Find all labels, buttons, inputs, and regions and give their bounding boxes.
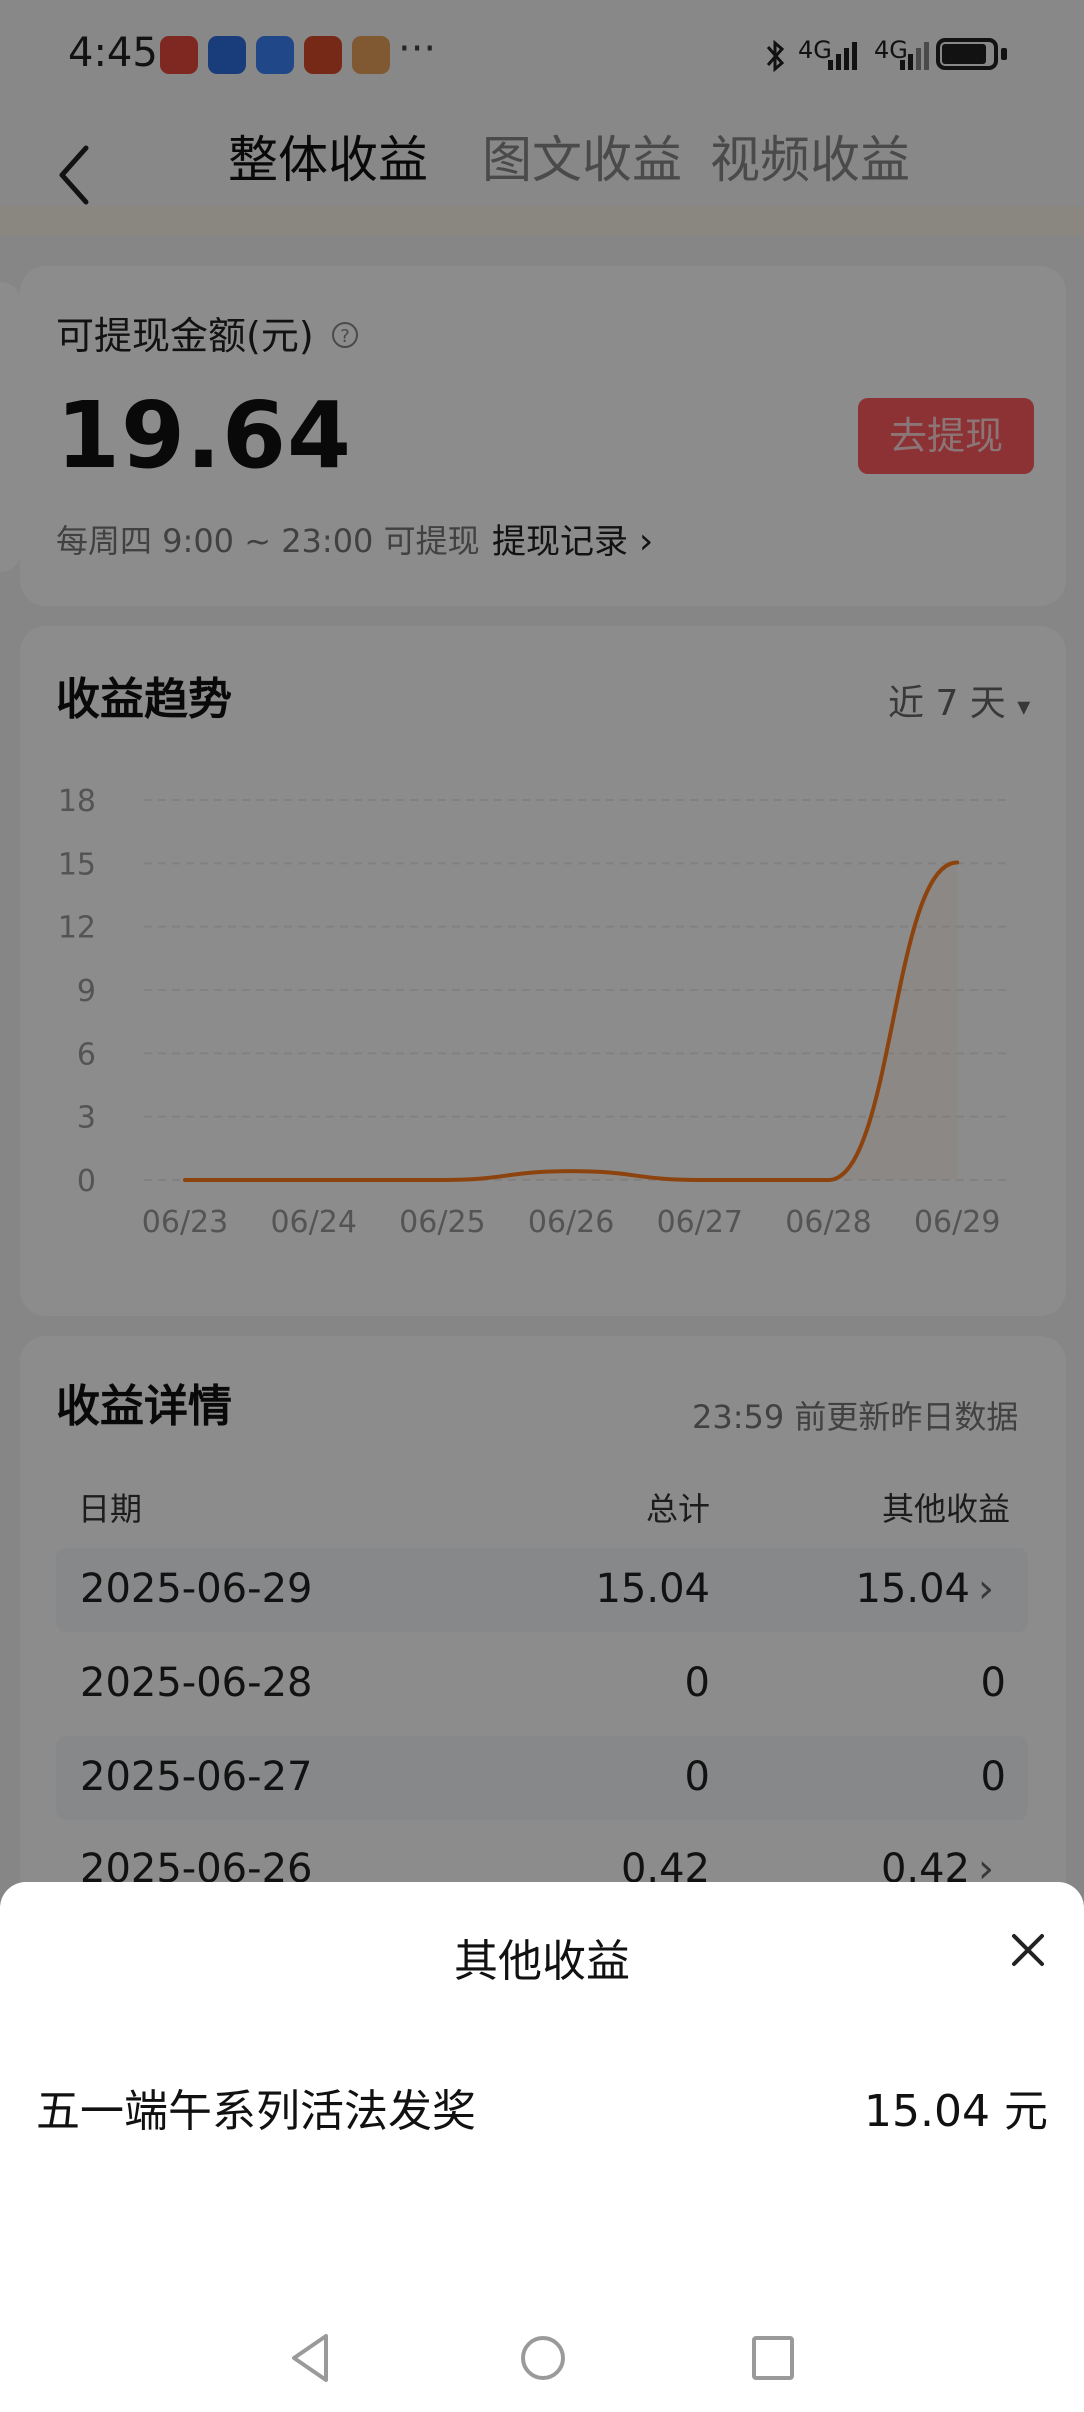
nav-home-icon[interactable] — [518, 2330, 568, 2386]
close-icon[interactable] — [1006, 1928, 1050, 1972]
earning-item-name: 五一端午系列活法发奖 — [36, 2086, 476, 2137]
nav-back-icon[interactable] — [286, 2330, 336, 2386]
sheet-title: 其他收益 — [454, 1936, 630, 1987]
nav-recents-icon[interactable] — [748, 2330, 798, 2386]
earning-item-amount: 15.04 元 — [864, 2086, 1048, 2137]
